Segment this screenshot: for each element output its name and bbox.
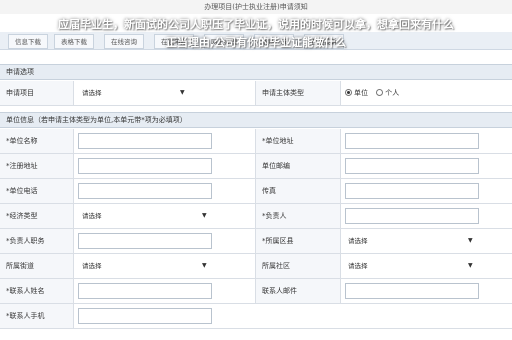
radio-unchecked-icon	[376, 89, 384, 96]
chevron-down-icon: ▼	[180, 89, 185, 96]
radio-personal[interactable]: 个人	[376, 89, 399, 97]
form-row: 所属街道 请选择 ▼ 所属社区 请选择 ▼	[0, 254, 512, 279]
chevron-down-icon: ▼	[202, 262, 207, 269]
text-input[interactable]	[345, 133, 479, 149]
apply-row: 申请项目 请选择 ▼ 申请主体类型 单位 个人	[0, 81, 512, 106]
form-row: *负责人职务 *所属区县 请选择 ▼	[0, 229, 512, 254]
dropdown-select[interactable]: 请选择 ▼	[82, 258, 210, 274]
text-input[interactable]	[345, 208, 479, 224]
text-input[interactable]	[78, 133, 212, 149]
field-label: *注册地址	[0, 154, 74, 178]
field-label: *负责人	[255, 204, 341, 228]
field-label: 单位邮编	[255, 154, 341, 178]
apply-item-select[interactable]: 请选择 ▼	[82, 85, 192, 101]
form-row: *单位电话 传真	[0, 179, 512, 204]
section-unit-info: 单位信息（若申请主体类型为单位,本单元带*项为必填项）	[0, 112, 512, 128]
dropdown-value: 请选择	[348, 262, 368, 270]
field-label: 所属社区	[255, 254, 341, 278]
form-row: *注册地址 单位邮编	[0, 154, 512, 179]
field-label: *单位名称	[0, 129, 74, 153]
radio-unit-label: 单位	[354, 89, 368, 97]
applicant-type-label: 申请主体类型	[255, 81, 341, 105]
caption-overlay: 应届毕业生，新面试的公司人职压了毕业证，说用的时候可以拿，想拿回来有什么 正当理…	[0, 16, 512, 52]
dropdown-value: 请选择	[348, 237, 368, 245]
field-label: *联系人姓名	[0, 279, 74, 303]
field-label: *负责人职务	[0, 229, 74, 253]
form-row: *联系人手机	[0, 304, 512, 329]
chevron-down-icon: ▼	[202, 212, 207, 219]
form-page: 办理项目(护士执业注册)申请须知 信息下载 表格下载 在线咨询 在线申办 网上办…	[0, 0, 512, 340]
dropdown-value: 请选择	[82, 262, 102, 270]
radio-personal-label: 个人	[385, 89, 400, 97]
dropdown-select[interactable]: 请选择 ▼	[348, 258, 476, 274]
form-row: *联系人姓名 联系人邮件	[0, 279, 512, 304]
text-input[interactable]	[345, 158, 479, 174]
dropdown-select[interactable]: 请选择 ▼	[348, 233, 476, 249]
field-label: *联系人手机	[0, 304, 74, 328]
text-input[interactable]	[78, 233, 212, 249]
apply-item-select-value: 请选择	[82, 89, 102, 97]
applicant-type-radios: 单位 个人	[345, 81, 399, 105]
field-label: *单位电话	[0, 179, 74, 203]
field-label: *单位地址	[255, 129, 341, 153]
page-title: 办理项目(护士执业注册)申请须知	[0, 0, 512, 14]
text-input[interactable]	[345, 183, 479, 199]
field-label: *所属区县	[255, 229, 341, 253]
field-label: 所属街道	[0, 254, 74, 278]
caption-line-1: 应届毕业生，新面试的公司人职压了毕业证，说用的时候可以拿，想拿回来有什么	[58, 18, 454, 31]
field-label: 传真	[255, 179, 341, 203]
radio-checked-icon	[345, 89, 352, 96]
text-input[interactable]	[78, 183, 212, 199]
section-apply-options: 申请选项	[0, 64, 512, 80]
apply-item-label: 申请项目	[0, 81, 74, 105]
chevron-down-icon: ▼	[468, 262, 473, 269]
field-label: *经济类型	[0, 204, 74, 228]
dropdown-select[interactable]: 请选择 ▼	[82, 208, 210, 224]
form-row: *经济类型 请选择 ▼ *负责人	[0, 204, 512, 229]
chevron-down-icon: ▼	[468, 237, 473, 244]
text-input[interactable]	[345, 283, 479, 299]
radio-unit[interactable]: 单位	[345, 89, 368, 97]
dropdown-value: 请选择	[82, 212, 102, 220]
caption-line-2: 正当理由,公司有你的毕业证能做什么	[165, 36, 347, 49]
text-input[interactable]	[78, 158, 212, 174]
text-input[interactable]	[78, 283, 212, 299]
field-label: 联系人邮件	[255, 279, 341, 303]
form-row: *单位名称 *单位地址	[0, 129, 512, 154]
text-input[interactable]	[78, 308, 212, 324]
